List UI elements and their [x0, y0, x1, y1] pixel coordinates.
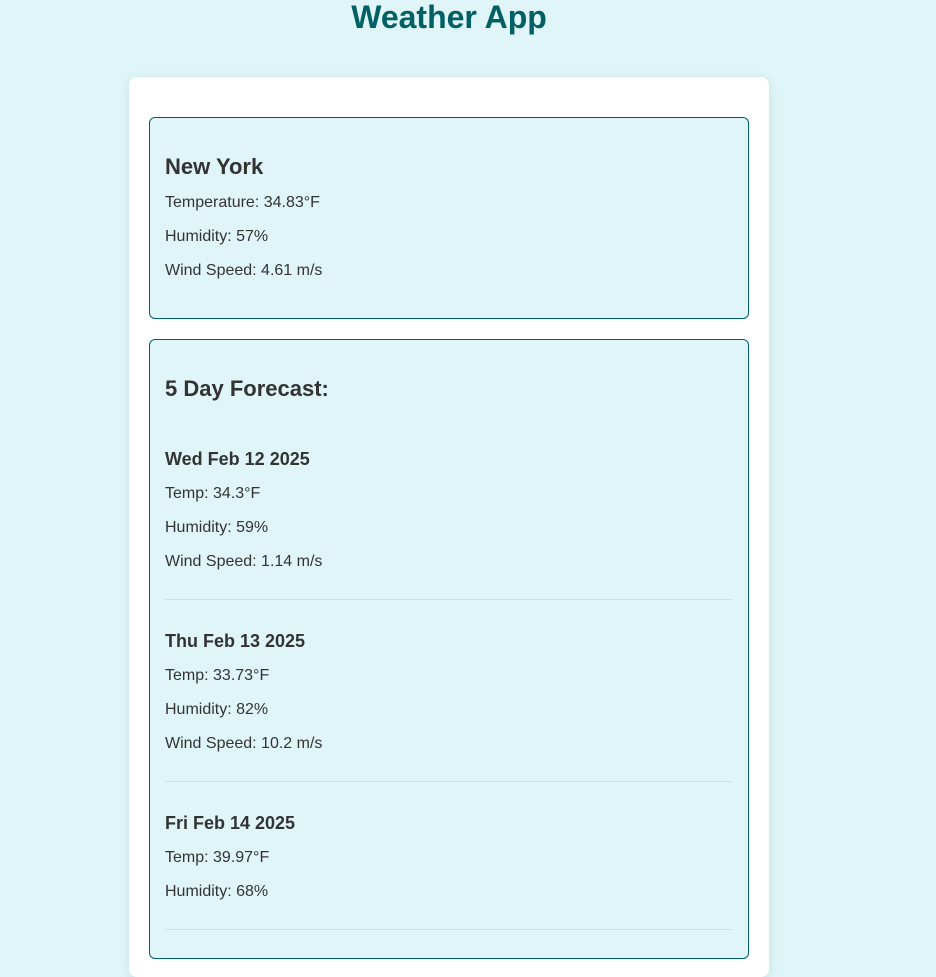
forecast-day: Wed Feb 12 2025 Temp: 34.3°F Humidity: 5…: [165, 448, 733, 600]
forecast-date: Wed Feb 12 2025: [165, 449, 310, 469]
current-wind-speed: Wind Speed: 4.61 m/s: [165, 262, 323, 279]
forecast-humidity: Humidity: 59%: [165, 519, 269, 536]
forecast-heading: 5 Day Forecast:: [165, 376, 329, 401]
weather-card: New York Temperature: 34.83°F Humidity: …: [129, 77, 769, 977]
current-humidity: Humidity: 57%: [165, 228, 269, 245]
forecast-wind-speed: Wind Speed: 10.2 m/s: [165, 735, 323, 752]
app-title: Weather App: [351, 0, 547, 35]
forecast-humidity: Humidity: 82%: [165, 701, 269, 718]
forecast-date: Fri Feb 14 2025: [165, 813, 296, 833]
forecast-temp: Temp: 33.73°F: [165, 667, 270, 684]
forecast-temp: Temp: 39.97°F: [165, 849, 270, 866]
current-temperature: Temperature: 34.83°F: [165, 194, 320, 211]
city-name: New York: [165, 154, 264, 179]
forecast-temp: Temp: 34.3°F: [165, 485, 261, 502]
current-weather-panel: New York Temperature: 34.83°F Humidity: …: [149, 117, 749, 319]
forecast-panel: 5 Day Forecast: Wed Feb 12 2025 Temp: 34…: [149, 339, 749, 959]
forecast-wind-speed: Wind Speed: 1.14 m/s: [165, 553, 323, 570]
forecast-day: Thu Feb 13 2025 Temp: 33.73°F Humidity: …: [165, 630, 733, 782]
forecast-humidity: Humidity: 68%: [165, 883, 269, 900]
forecast-day: Fri Feb 14 2025 Temp: 39.97°F Humidity: …: [165, 812, 733, 930]
forecast-date: Thu Feb 13 2025: [165, 631, 306, 651]
